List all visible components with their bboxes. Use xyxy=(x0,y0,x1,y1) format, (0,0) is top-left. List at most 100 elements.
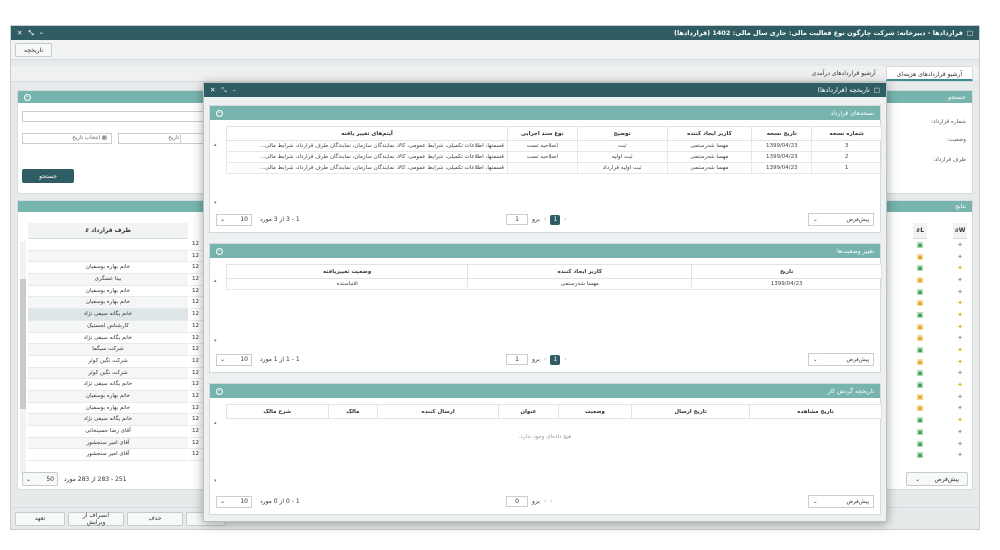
table-row[interactable] xyxy=(28,239,188,251)
current-page[interactable]: 1 xyxy=(550,214,561,225)
table-scrollbar[interactable]: ▴ ▾ xyxy=(214,420,222,484)
column-header[interactable]: آیتم‌های تغییر یافته xyxy=(226,126,508,141)
table-row[interactable]: آقای امیر سنجشور xyxy=(28,449,188,462)
scroll-up-icon[interactable]: ▴ xyxy=(214,278,222,284)
default-view-button[interactable]: پیش‌فرض ⌄ xyxy=(808,495,874,508)
page-number-input[interactable]: 1 xyxy=(506,354,528,365)
column-header[interactable]: تاریخ نسخه xyxy=(751,126,813,141)
lightbulb-icon[interactable]: ✦ xyxy=(953,274,967,286)
unlock-icon[interactable]: ▣ xyxy=(913,414,927,426)
lightbulb-icon[interactable]: ✦ xyxy=(953,414,967,426)
lightbulb-icon[interactable]: ✦ xyxy=(953,368,967,380)
table-row[interactable]: خانم یگانه سیفی نژاد xyxy=(28,379,188,391)
lightbulb-icon[interactable]: ✦ xyxy=(953,297,967,309)
default-view-button[interactable]: پیش‌فرض ⌄ xyxy=(808,353,874,366)
tab-income-contracts[interactable]: آرشیو قراردادهای درآمدی xyxy=(802,66,886,81)
unlock-icon[interactable]: ▣ xyxy=(913,449,927,461)
column-header-party[interactable]: ⇵ طرف قرارداد xyxy=(28,223,188,239)
lightbulb-icon[interactable]: ✦ xyxy=(953,262,967,274)
table-row[interactable]: خانم یگانه سیفی نژاد xyxy=(28,414,188,426)
scroll-down-icon[interactable]: ▾ xyxy=(214,478,222,484)
lightbulb-icon[interactable]: ✦ xyxy=(953,438,967,450)
lightbulb-icon[interactable]: ✦ xyxy=(953,321,967,333)
default-view-button[interactable]: پیش‌فرض ⌄ xyxy=(906,472,968,486)
lock-icon[interactable]: ▣ xyxy=(913,321,927,333)
scroll-down-icon[interactable]: ▾ xyxy=(214,200,222,206)
lightbulb-icon[interactable]: ✦ xyxy=(953,286,967,298)
delete-button[interactable]: حذف xyxy=(127,511,183,526)
column-header-w[interactable]: ⇵ W xyxy=(953,223,967,239)
column-header[interactable]: وضعیت xyxy=(557,404,633,419)
table-row[interactable]: خانم بهاره بوسفیان xyxy=(28,390,188,403)
collapse-icon[interactable]: − xyxy=(216,387,223,395)
page-size-select[interactable]: ⌄ 50 xyxy=(22,472,58,486)
unlock-icon[interactable]: ▣ xyxy=(913,438,927,450)
history-button[interactable]: تاریخچه xyxy=(15,43,53,57)
unlock-icon[interactable]: ▣ xyxy=(913,368,927,380)
scroll-up-icon[interactable]: ▴ xyxy=(214,420,222,426)
table-row[interactable]: شرکت سیگما xyxy=(28,344,188,356)
column-header-l[interactable]: ⇵ L xyxy=(913,223,927,239)
lightbulb-icon[interactable]: ✦ xyxy=(953,251,967,263)
lightbulb-icon[interactable]: ✦ xyxy=(953,391,967,403)
table-scrollbar[interactable]: ▴ ▾ xyxy=(214,142,222,206)
lightbulb-icon[interactable]: ✦ xyxy=(953,426,967,438)
table-row[interactable]: خانم بهاره بوسفیان xyxy=(28,286,188,298)
scroll-down-icon[interactable]: ▾ xyxy=(214,338,222,344)
lock-icon[interactable]: ▣ xyxy=(913,297,927,309)
table-row[interactable] xyxy=(28,250,188,263)
search-text-input[interactable] xyxy=(22,111,212,122)
unlock-icon[interactable]: ▣ xyxy=(913,262,927,274)
page-size-select[interactable]: ⌄ 10 xyxy=(216,353,252,366)
lock-icon[interactable]: ▣ xyxy=(913,274,927,286)
scrollbar-thumb[interactable] xyxy=(20,279,26,409)
unlock-icon[interactable]: ▣ xyxy=(913,239,927,251)
column-header[interactable]: شماره نسخه xyxy=(811,126,882,141)
page-size-select[interactable]: ⌄ 10 xyxy=(216,213,252,226)
results-scrollbar[interactable] xyxy=(20,241,26,473)
lightbulb-icon[interactable]: ✦ xyxy=(953,309,967,321)
page-number-input[interactable]: 1 xyxy=(506,214,528,225)
column-header[interactable]: تاریخ مشاهده xyxy=(749,404,882,419)
collapse-icon[interactable]: − xyxy=(216,109,223,117)
minimize-icon[interactable]: – xyxy=(233,86,236,95)
column-header[interactable]: کاربر ایجاد کننده xyxy=(666,126,753,141)
next-page-icon[interactable]: › xyxy=(564,216,566,223)
table-row[interactable]: خانم بهاره بوسفیان xyxy=(28,297,188,310)
lightbulb-icon[interactable]: ✦ xyxy=(953,403,967,415)
next-page-icon[interactable]: › xyxy=(550,498,552,505)
column-header[interactable]: تاریخ xyxy=(691,264,882,279)
scroll-up-icon[interactable]: ▴ xyxy=(214,142,222,148)
table-row[interactable]: 1 1399/04/23 مهسا شه‌رستمی ثبت اولیه قراردا… xyxy=(226,162,882,174)
default-view-button[interactable]: پیش‌فرض ⌄ xyxy=(808,213,874,226)
table-row[interactable]: خانم بهاره بوسفیان xyxy=(28,403,188,415)
unlock-icon[interactable]: ▣ xyxy=(913,286,927,298)
lock-icon[interactable]: ▣ xyxy=(913,333,927,345)
prev-page-icon[interactable]: ‹ xyxy=(544,356,546,363)
table-row[interactable]: 2 1399/04/23 مهسا شه‌رستمی ثبت اولیه اصلاحیه… xyxy=(226,151,882,163)
lightbulb-icon[interactable]: ✦ xyxy=(953,449,967,461)
cancel-edit-button[interactable]: انصراف از ویرایش xyxy=(68,511,124,526)
unlock-icon[interactable]: ▣ xyxy=(913,309,927,321)
close-icon[interactable]: ✕ xyxy=(210,86,215,95)
lightbulb-icon[interactable]: ✦ xyxy=(953,379,967,391)
minimize-icon[interactable]: – xyxy=(40,29,43,38)
unlock-icon[interactable]: ▣ xyxy=(913,426,927,438)
table-row[interactable]: 1399/04/23 مهسا شه‌رستمی اقتباسنده xyxy=(225,278,882,290)
table-scrollbar[interactable]: ▴ ▾ xyxy=(214,278,222,344)
column-header[interactable]: شرح مالک xyxy=(226,404,329,419)
close-icon[interactable]: ✕ xyxy=(17,29,22,38)
column-header[interactable]: عنوان xyxy=(497,404,559,419)
column-header[interactable]: نوع سند اجرایی xyxy=(506,126,578,141)
unlock-icon[interactable]: ▣ xyxy=(913,379,927,391)
date-picker-from[interactable]: ▦ انتخاب تاریخ xyxy=(22,133,112,144)
table-row[interactable]: خانم یگانه سیفی نژاد xyxy=(28,309,188,321)
tab-expense-contracts[interactable]: آرشیو قراردادهای هزینه‌ای xyxy=(885,66,973,81)
table-row[interactable]: شرکت نگین کوثر xyxy=(28,356,188,368)
next-page-icon[interactable]: › xyxy=(564,356,566,363)
lightbulb-icon[interactable]: ✦ xyxy=(953,239,967,251)
maximize-icon[interactable]: ⤡ xyxy=(221,86,226,95)
table-row[interactable]: بیتا عسگری xyxy=(28,274,188,286)
maximize-icon[interactable]: ⤡ xyxy=(28,29,33,38)
page-size-select[interactable]: ⌄ 10 xyxy=(216,495,252,508)
